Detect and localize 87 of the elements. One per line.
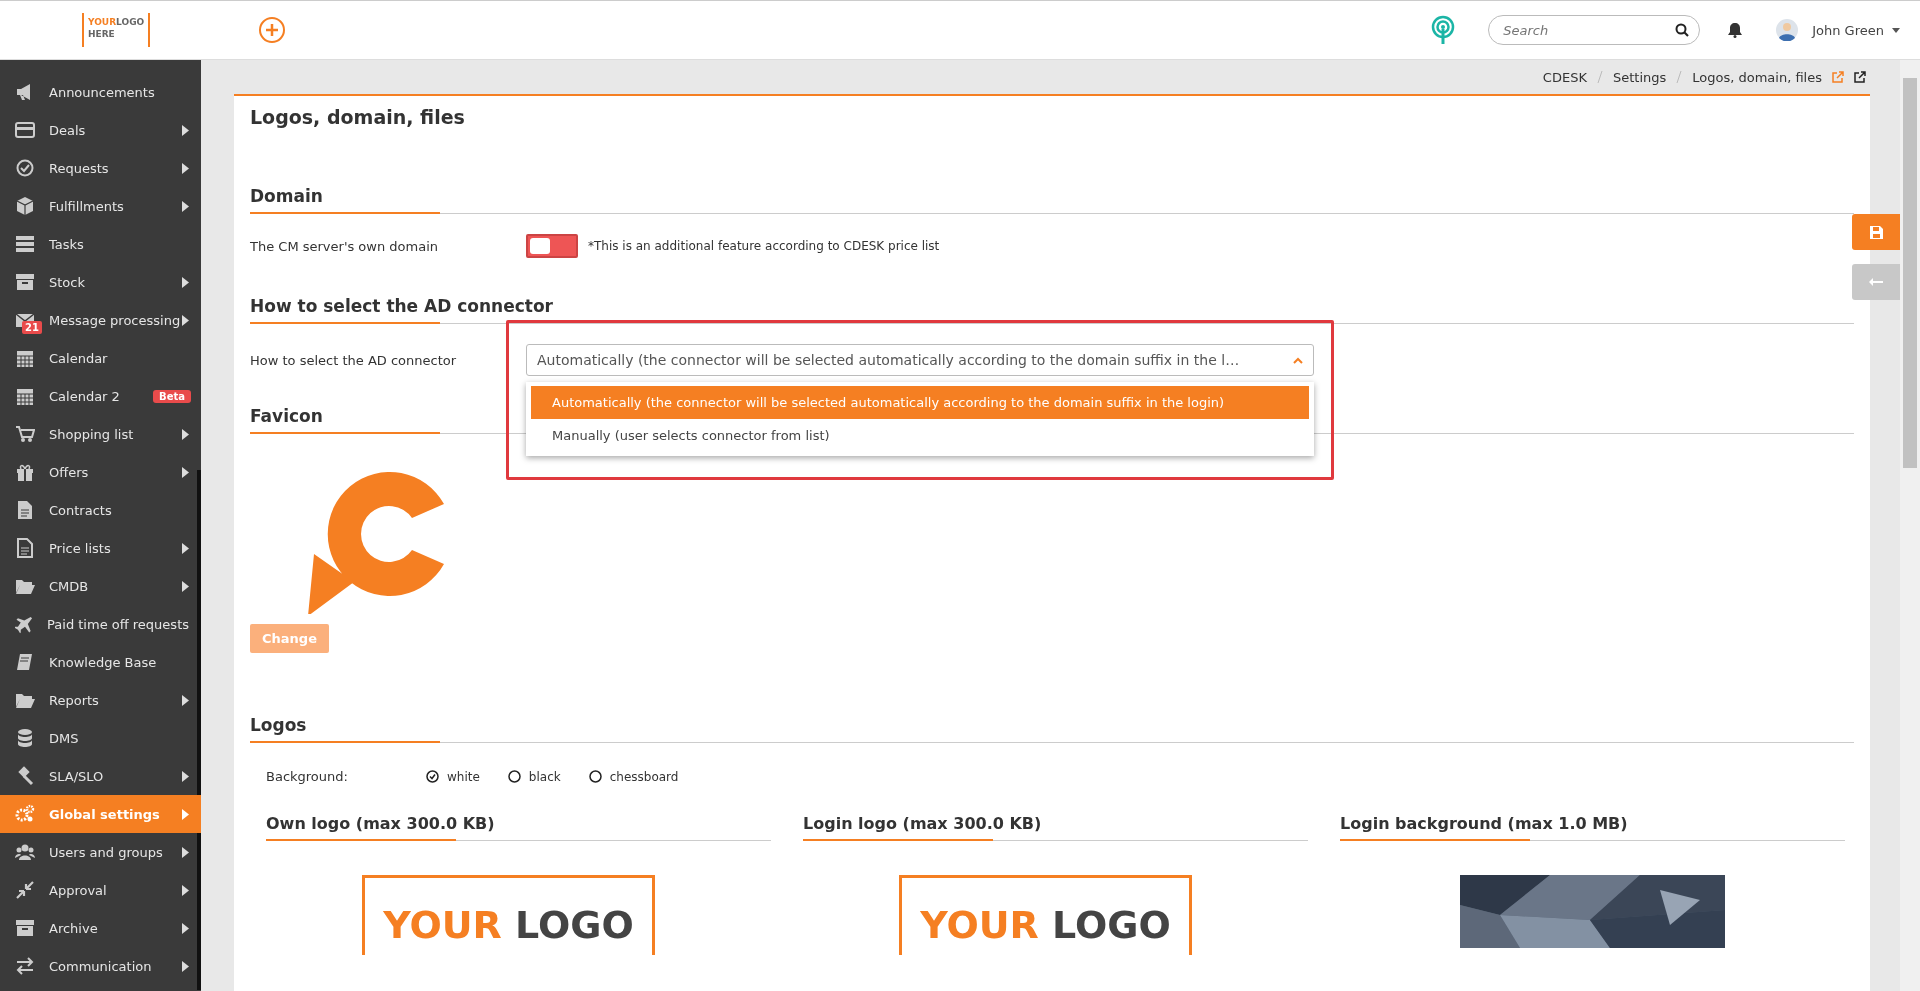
save-button[interactable]: [1852, 214, 1900, 250]
check-circle-icon: [15, 158, 35, 178]
tag-badge: Beta: [153, 389, 191, 403]
sidebar-item[interactable]: Price lists: [0, 529, 201, 567]
field-label: How to select the AD connector: [250, 352, 458, 368]
people-icon: [15, 842, 35, 862]
radio-icon[interactable]: [507, 770, 521, 783]
field-label: Background:: [266, 769, 349, 784]
toggle-switch[interactable]: [526, 234, 578, 258]
bell-icon[interactable]: [1728, 22, 1743, 38]
sidebar-item[interactable]: Stock: [0, 263, 201, 301]
breadcrumb-link[interactable]: Settings: [1612, 69, 1667, 85]
note-text: *This is an additional feature according to CDESK price list: [588, 239, 940, 253]
airplane-icon: [15, 614, 35, 634]
sidebar-item[interactable]: Contracts: [0, 491, 201, 529]
select-field[interactable]: Automatically (the connector will be selected automatically according to the domain suffix in the l…: [526, 344, 1314, 376]
section-heading: How to select the AD connector: [250, 296, 553, 318]
sidebar-item[interactable]: Requests: [0, 149, 201, 187]
archive-box-icon: [15, 918, 35, 938]
radio-icon[interactable]: [588, 770, 602, 783]
arrow-left-icon: [1869, 278, 1883, 286]
caret-icon[interactable]: [1892, 27, 1900, 33]
broadcast-icon[interactable]: [1430, 15, 1457, 45]
logo: YOUR LOGO: [362, 875, 655, 955]
sidebar-item[interactable]: Communication: [0, 947, 201, 985]
sidebar-item[interactable]: Reports: [0, 681, 201, 719]
gears-icon: [15, 804, 35, 824]
cart-icon: [15, 424, 35, 444]
archive-box-icon: [15, 272, 35, 292]
scrollbar[interactable]: [197, 470, 201, 990]
field-label: The CM server's own domain: [250, 238, 439, 254]
section-heading: Logos: [250, 715, 307, 737]
sidebar-item[interactable]: Paid time off requests: [0, 605, 201, 643]
breadcrumb-separator-icon: [1596, 71, 1603, 83]
logo: YOURLOGO HERE: [82, 13, 150, 47]
document-icon: [15, 500, 35, 520]
breadcrumb-separator-icon: [1676, 71, 1683, 83]
stack-icon: [15, 234, 35, 254]
sidebar-item[interactable]: Deals: [0, 111, 201, 149]
radio-checked-icon[interactable]: [426, 770, 439, 783]
calendar-icon: [15, 348, 35, 368]
section-heading: Login background (max 1.0 MB): [1340, 814, 1628, 835]
exchange-arrows-icon: [15, 956, 35, 976]
sidebar-item[interactable]: Archive: [0, 909, 201, 947]
breadcrumb-link[interactable]: CDESK: [1542, 69, 1587, 85]
chevron-up-icon[interactable]: [1293, 356, 1303, 364]
sidebar-item[interactable]: DMS: [0, 719, 201, 757]
radio-option[interactable]: black: [507, 769, 561, 784]
sidebar-item[interactable]: Announcements: [0, 73, 201, 111]
dropdown-option[interactable]: Manually (user selects connector from list): [531, 419, 1309, 452]
section-heading: Domain: [250, 186, 323, 208]
sidebar-item[interactable]: Approval: [0, 871, 201, 909]
sidebar-item[interactable]: Offers: [0, 453, 201, 491]
section-heading: Own logo (max 300.0 KB): [266, 814, 495, 835]
plus-icon[interactable]: [258, 16, 286, 44]
sidebar-item[interactable]: CMDB: [0, 567, 201, 605]
radio-option[interactable]: chessboard: [588, 769, 679, 784]
search-field[interactable]: Search: [1488, 15, 1701, 45]
breadcrumb-current: Logos, domain, files: [1692, 69, 1822, 85]
sidebar-item[interactable]: Users and groups: [0, 833, 201, 871]
sidebar-item[interactable]: Knowledge Base: [0, 643, 201, 681]
scrollbar[interactable]: [1900, 60, 1920, 991]
book-icon: [15, 652, 35, 672]
radio-option[interactable]: white: [426, 769, 480, 784]
sidebar-item[interactable]: Calendar 2 Beta: [0, 377, 201, 415]
compress-arrows-icon: [15, 880, 35, 900]
card-icon: [15, 120, 35, 140]
section-heading: Login logo (max 300.0 KB): [803, 814, 1042, 835]
document-icon: [15, 538, 35, 558]
sidebar-item[interactable]: Calendar: [0, 339, 201, 377]
logo: YOUR LOGO: [899, 875, 1192, 955]
database-icon: [15, 728, 35, 748]
page-title: Logos, domain, files: [250, 106, 466, 128]
gift-icon: [15, 462, 35, 482]
section-heading: Favicon: [250, 406, 323, 428]
count-badge: 21: [22, 321, 42, 334]
sidebar-item[interactable]: Tasks: [0, 225, 201, 263]
avatar-icon: [1776, 19, 1799, 41]
search-icon[interactable]: [1675, 23, 1690, 37]
sidebar-item[interactable]: Fulfillments: [0, 187, 201, 225]
external-link-icon[interactable]: [1854, 71, 1866, 83]
sidebar-item[interactable]: SLA/SLO: [0, 757, 201, 795]
user-name[interactable]: John Green: [1812, 22, 1884, 38]
sidebar-item[interactable]: Shopping list: [0, 415, 201, 453]
cube-icon: [15, 196, 35, 216]
calendar-icon: [15, 386, 35, 406]
sidebar-item[interactable]: Message processing 21: [0, 301, 201, 339]
